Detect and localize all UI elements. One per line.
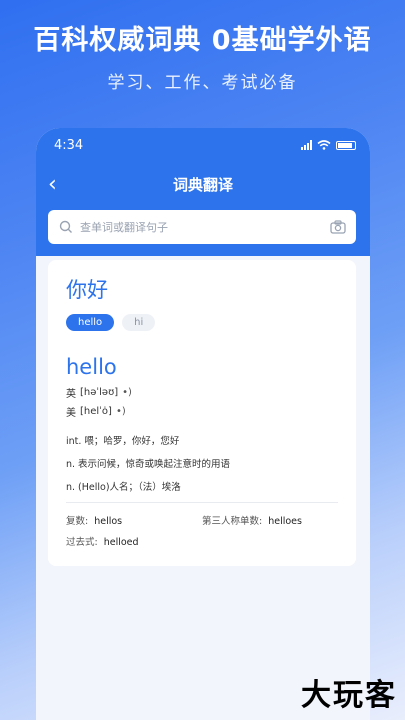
phonetic-ipa: [helˈȯ]	[80, 406, 112, 417]
word-forms: 复数: hellos 第三人称单数: helloes 过去式: helloed	[66, 513, 338, 555]
translation-card: 你好 hello hi hello 英 [həˈləʊ] •) 美 [helˈȯ…	[48, 260, 356, 566]
camera-icon[interactable]	[330, 220, 346, 234]
definition-item: int. 喂；哈罗，你好，您好	[66, 436, 180, 447]
phonetic-us: 美 [helˈȯ] •)	[66, 404, 338, 419]
speaker-icon[interactable]: •)	[116, 406, 126, 417]
phonetic-uk: 英 [həˈləʊ] •)	[66, 385, 338, 400]
page-title: 词典翻译	[172, 176, 233, 194]
app-header: 4:34 ‹ 词典翻译 查单词或翻译句子	[36, 128, 370, 256]
form-label: 过去式:	[66, 537, 98, 548]
battery-icon	[336, 140, 356, 150]
promo-subtitle: 学习、工作、考试必备	[107, 73, 298, 93]
phonetic-ipa: [həˈləʊ]	[80, 387, 119, 398]
query-text: 你好	[66, 278, 108, 302]
form-value: helloes	[268, 516, 302, 527]
form-value: helloed	[103, 537, 139, 548]
wifi-icon	[317, 140, 331, 150]
status-icons	[301, 140, 356, 150]
form-label: 复数:	[66, 516, 89, 527]
form-past: 过去式: helloed	[66, 534, 202, 548]
phonetic-label: 美	[66, 408, 76, 419]
translation-chips: hello hi	[66, 314, 338, 331]
entry-word: hello	[66, 355, 117, 379]
form-value: hellos	[94, 516, 123, 527]
definitions: int. 喂；哈罗，你好，您好 n. 表示问候，惊奇或唤起注意时的用语 n. (…	[66, 433, 338, 493]
status-time: 4:34	[54, 138, 84, 153]
chip-hello[interactable]: hello	[66, 314, 115, 331]
signal-icon	[301, 140, 312, 150]
search-icon	[59, 220, 72, 233]
watermark-logo: 大玩客	[301, 678, 397, 713]
form-plural: 复数: hellos	[66, 513, 202, 527]
form-label: 第三人称单数:	[202, 516, 263, 527]
divider	[66, 502, 338, 503]
promo-title: 百科权威词典 0基础学外语	[33, 25, 372, 56]
form-third-person: 第三人称单数: helloes	[202, 513, 338, 527]
chip-hi[interactable]: hi	[122, 314, 156, 331]
phonetic-label: 英	[66, 389, 76, 400]
search-input[interactable]: 查单词或翻译句子	[48, 210, 356, 244]
definition-item: n. (Hello)人名；（法）埃洛	[66, 482, 181, 493]
search-placeholder: 查单词或翻译句子	[80, 221, 168, 234]
speaker-icon[interactable]: •)	[122, 387, 132, 398]
definition-item: n. 表示问候，惊奇或唤起注意时的用语	[66, 459, 231, 470]
phone-mockup: 4:34 ‹ 词典翻译 查单词或翻译句子 你好 hello hi hello 英…	[36, 128, 370, 720]
